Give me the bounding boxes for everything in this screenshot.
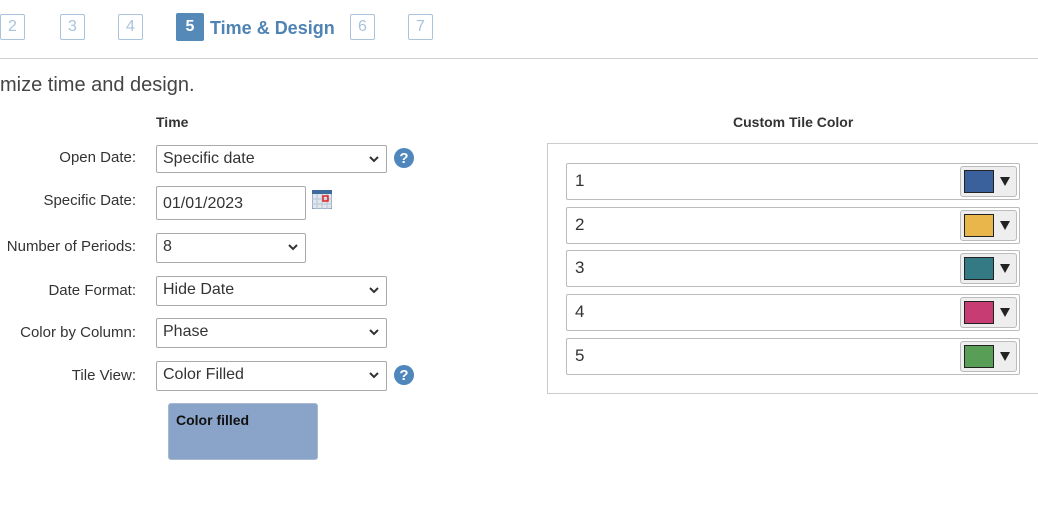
color-row-value: 5 xyxy=(575,346,585,365)
color-picker-button[interactable] xyxy=(960,297,1017,328)
periods-label: Number of Periods: xyxy=(6,238,136,255)
step-6[interactable]: 6 xyxy=(350,14,375,40)
chevron-down-icon xyxy=(369,329,379,336)
color-row-value: 4 xyxy=(575,302,585,321)
step-3[interactable]: 3 xyxy=(60,14,85,40)
color-picker-button[interactable] xyxy=(960,253,1017,284)
periods-select[interactable]: 8 xyxy=(156,233,306,263)
specific-date-input[interactable]: 01/01/2023 xyxy=(156,186,306,220)
color-picker-button[interactable] xyxy=(960,210,1017,241)
color-swatch xyxy=(964,170,994,193)
color-row-value: 2 xyxy=(575,215,585,234)
open-date-select[interactable]: Specific date xyxy=(156,145,387,173)
color-by-select[interactable]: Phase xyxy=(156,318,387,348)
color-swatch xyxy=(964,257,994,280)
color-row[interactable]: 1 xyxy=(566,163,1020,200)
periods-value: 8 xyxy=(163,238,172,255)
specific-date-label: Specific Date: xyxy=(43,192,136,209)
help-icon[interactable]: ? xyxy=(394,148,414,168)
caret-down-icon xyxy=(1000,221,1010,230)
color-row-value: 1 xyxy=(575,171,585,190)
divider xyxy=(0,58,1038,59)
chevron-down-icon xyxy=(369,287,379,294)
color-picker-button[interactable] xyxy=(960,166,1017,197)
tile-view-select[interactable]: Color Filled xyxy=(156,361,387,391)
step-2[interactable]: 2 xyxy=(0,14,25,40)
date-format-select[interactable]: Hide Date xyxy=(156,276,387,306)
step-4[interactable]: 4 xyxy=(118,14,143,40)
color-by-label: Color by Column: xyxy=(20,324,136,341)
caret-down-icon xyxy=(1000,264,1010,273)
calendar-icon[interactable] xyxy=(312,190,332,209)
color-swatch xyxy=(964,301,994,324)
custom-color-header: Custom Tile Color xyxy=(733,114,854,130)
caret-down-icon xyxy=(1000,352,1010,361)
chevron-down-icon xyxy=(288,244,298,251)
color-row[interactable]: 2 xyxy=(566,207,1020,244)
date-format-label: Date Format: xyxy=(48,282,136,299)
tile-view-value: Color Filled xyxy=(163,366,244,383)
caret-down-icon xyxy=(1000,308,1010,317)
chevron-down-icon xyxy=(369,156,379,163)
color-row[interactable]: 5 xyxy=(566,338,1020,375)
color-by-value: Phase xyxy=(163,323,209,340)
color-row[interactable]: 4 xyxy=(566,294,1020,331)
tile-preview: Color filled xyxy=(168,403,318,460)
color-row[interactable]: 3 xyxy=(566,250,1020,287)
help-icon[interactable]: ? xyxy=(394,365,414,385)
step-5-label: Time & Design xyxy=(210,18,335,38)
time-header: Time xyxy=(156,114,189,130)
caret-down-icon xyxy=(1000,177,1010,186)
color-row-value: 3 xyxy=(575,258,585,277)
step-7[interactable]: 7 xyxy=(408,14,433,40)
step-5[interactable]: 5 xyxy=(176,13,204,41)
intro-text: mize time and design. xyxy=(0,74,195,96)
open-date-value: Specific date xyxy=(163,150,255,167)
color-swatch xyxy=(964,345,994,368)
tile-view-label: Tile View: xyxy=(71,367,136,384)
color-swatch xyxy=(964,214,994,237)
chevron-down-icon xyxy=(369,372,379,379)
date-format-value: Hide Date xyxy=(163,281,235,298)
open-date-label: Open Date: xyxy=(59,149,136,166)
color-picker-button[interactable] xyxy=(960,341,1017,372)
